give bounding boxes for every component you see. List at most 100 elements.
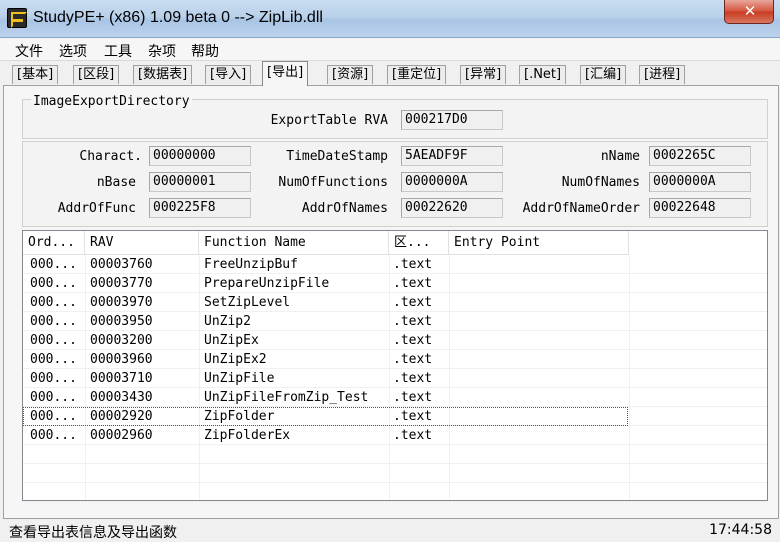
cell-section: .text: [393, 331, 432, 350]
menu-tools[interactable]: 工具: [102, 41, 134, 61]
export-directory-caption: ImageExportDirectory: [31, 94, 192, 109]
cell-function-name: UnZip2: [204, 312, 251, 331]
cell-section: .text: [393, 255, 432, 274]
tab-relocations[interactable]: [重定位]: [387, 65, 446, 84]
grid-line: [23, 463, 767, 464]
cell-ordinal: 000...: [30, 407, 77, 426]
tab-imports[interactable]: [导入]: [205, 65, 251, 84]
cell-rva: 00003960: [90, 350, 153, 369]
column-header-ordinal[interactable]: Ord...: [23, 231, 85, 255]
cell-section: .text: [393, 293, 432, 312]
cell-ordinal: 000...: [30, 388, 77, 407]
cell-ordinal: 000...: [30, 255, 77, 274]
cell-rva: 00002960: [90, 426, 153, 445]
status-bar: 查看导出表信息及导出函数 17:44:58: [0, 519, 780, 537]
nbase-field[interactable]: 00000001: [149, 172, 251, 192]
nname-label: nName: [540, 149, 640, 164]
column-header-rva[interactable]: RAV: [85, 231, 199, 255]
app-icon: [7, 8, 27, 28]
numoffunctions-label: NumOfFunctions: [260, 175, 388, 190]
export-table-rva-label: ExportTable RVA: [240, 113, 388, 128]
tab-exceptions[interactable]: [异常]: [460, 65, 506, 84]
cell-function-name: UnZipEx2: [204, 350, 267, 369]
cell-function-name: UnZipFileFromZip_Test: [204, 388, 368, 407]
status-time: 17:44:58: [709, 522, 772, 538]
numofnames-field[interactable]: 0000000A: [649, 172, 751, 192]
cell-ordinal: 000...: [30, 331, 77, 350]
charact-label: Charact.: [40, 149, 142, 164]
cell-section: .text: [393, 426, 432, 445]
menu-misc[interactable]: 杂项: [146, 41, 178, 61]
cell-ordinal: 000...: [30, 274, 77, 293]
addroffunc-label: AddrOfFunc: [30, 201, 136, 216]
cell-section: .text: [393, 388, 432, 407]
tab-sections[interactable]: [区段]: [73, 65, 119, 84]
timedatestamp-field[interactable]: 5AEADF9F: [401, 146, 503, 166]
table-row[interactable]: 000... 00003770 PrepareUnzipFile .text: [23, 274, 767, 293]
close-icon: ✕: [725, 2, 775, 20]
numoffunctions-field[interactable]: 0000000A: [401, 172, 503, 192]
cell-section: .text: [393, 274, 432, 293]
column-header-section[interactable]: 区...: [389, 231, 449, 255]
cell-ordinal: 000...: [30, 312, 77, 331]
grid-line: [23, 501, 767, 502]
cell-rva: 00003710: [90, 369, 153, 388]
table-row[interactable]: 000... 00003960 UnZipEx2 .text: [23, 350, 767, 369]
cell-ordinal: 000...: [30, 426, 77, 445]
tab-data-tables[interactable]: [数据表]: [133, 65, 192, 84]
status-text: 查看导出表信息及导出函数: [9, 522, 177, 542]
cell-function-name: PrepareUnzipFile: [204, 274, 329, 293]
cell-ordinal: 000...: [30, 293, 77, 312]
close-button[interactable]: ✕: [724, 0, 774, 24]
table-row[interactable]: 000... 00002960 ZipFolderEx .text: [23, 426, 767, 445]
column-header-entry-point[interactable]: Entry Point: [449, 231, 629, 255]
table-row[interactable]: 000... 00003430 UnZipFileFromZip_Test .text: [23, 388, 767, 407]
cell-rva: 00003950: [90, 312, 153, 331]
nbase-label: nBase: [40, 175, 136, 190]
cell-rva: 00003430: [90, 388, 153, 407]
column-header-function-name[interactable]: Function Name: [199, 231, 389, 255]
addrofnames-label: AddrOfNames: [260, 201, 388, 216]
tab-process[interactable]: [进程]: [639, 65, 685, 84]
table-row[interactable]: 000... 00003710 UnZipFile .text: [23, 369, 767, 388]
tab-disassembly[interactable]: [汇编]: [580, 65, 626, 84]
cell-rva: 00002920: [90, 407, 153, 426]
cell-function-name: UnZipFile: [204, 369, 274, 388]
menu-file[interactable]: 文件: [13, 41, 45, 61]
table-row[interactable]: 000... 00003760 FreeUnzipBuf .text: [23, 255, 767, 274]
cell-rva: 00003760: [90, 255, 153, 274]
tab-resources[interactable]: [资源]: [327, 65, 373, 84]
tab-basic[interactable]: [基本]: [12, 65, 58, 84]
cell-rva: 00003770: [90, 274, 153, 293]
addrofnames-field[interactable]: 00022620: [401, 198, 503, 218]
tab-exports[interactable]: [导出]: [262, 61, 308, 86]
export-functions-list[interactable]: Ord... RAV Function Name 区... Entry Poin…: [22, 230, 768, 501]
nname-field[interactable]: 0002265C: [649, 146, 751, 166]
cell-section: .text: [393, 407, 432, 426]
cell-ordinal: 000...: [30, 369, 77, 388]
numofnames-label: NumOfNames: [540, 175, 640, 190]
tab-dotnet[interactable]: [.Net]: [519, 65, 566, 84]
cell-rva: 00003200: [90, 331, 153, 350]
menu-help[interactable]: 帮助: [189, 41, 221, 61]
title-bar[interactable]: StudyPE+ (x86) 1.09 beta 0 --> ZipLib.dl…: [0, 0, 780, 38]
cell-rva: 00003970: [90, 293, 153, 312]
table-row[interactable]: 000... 00002920 ZipFolder .text: [23, 407, 628, 426]
tab-strip: [基本] [区段] [数据表] [导入] [导出] [资源] [重定位] [异常…: [0, 61, 780, 86]
cell-function-name: ZipFolderEx: [204, 426, 290, 445]
table-row[interactable]: 000... 00003200 UnZipEx .text: [23, 331, 767, 350]
cell-section: .text: [393, 350, 432, 369]
addrofnameorder-field[interactable]: 00022648: [649, 198, 751, 218]
cell-section: .text: [393, 369, 432, 388]
table-row[interactable]: 000... 00003950 UnZip2 .text: [23, 312, 767, 331]
window-title: StudyPE+ (x86) 1.09 beta 0 --> ZipLib.dl…: [33, 9, 323, 27]
charact-field[interactable]: 00000000: [149, 146, 251, 166]
table-row[interactable]: 000... 00003970 SetZipLevel .text: [23, 293, 767, 312]
menu-bar: 文件 选项 工具 杂项 帮助: [0, 39, 780, 61]
timedatestamp-label: TimeDateStamp: [260, 149, 388, 164]
addroffunc-field[interactable]: 000225F8: [149, 198, 251, 218]
cell-function-name: SetZipLevel: [204, 293, 290, 312]
export-table-rva-field[interactable]: 000217D0: [401, 110, 503, 130]
menu-options[interactable]: 选项: [57, 41, 89, 61]
cell-function-name: FreeUnzipBuf: [204, 255, 298, 274]
